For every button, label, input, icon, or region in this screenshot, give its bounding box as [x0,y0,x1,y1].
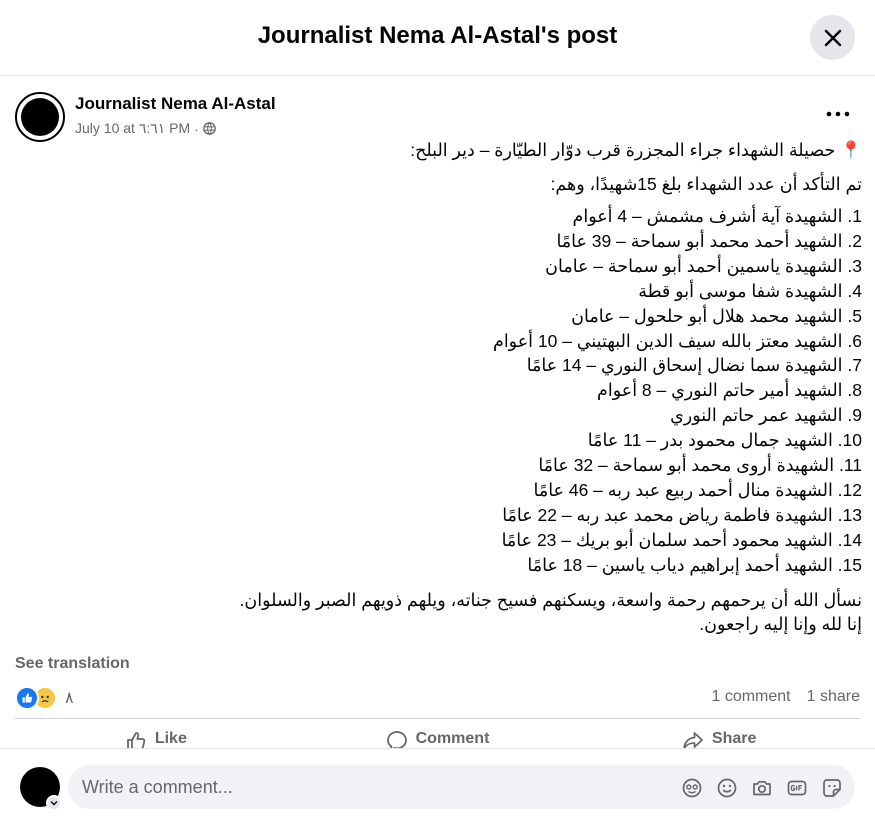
emoji-button[interactable] [713,774,740,801]
author-avatar-image [21,98,59,136]
post-text: 📍 حصيلة الشهداء جراء المجزرة قرب دوّار ا… [15,138,862,636]
post-closing-1: نسأل الله أن يرحمهم رحمة واسعة، ويسكنهم … [239,589,862,610]
gif-icon [787,780,806,795]
globe-icon [203,122,216,135]
avatar-dropdown-badge[interactable] [46,795,62,811]
avatar-sticker-icon [682,778,701,797]
comment-label: Comment [415,730,490,747]
post-meta: July 10 at ٦:٦١ PM · [75,120,216,137]
martyr-list-item: 6. الشهيد معتز بالله سيف الدين البهتيني … [492,330,862,351]
like-icon [126,732,146,748]
post-actions: Like Comment Share [15,726,860,748]
author-name[interactable]: Journalist Nema Al-Astal [75,94,276,114]
more-options-button[interactable] [823,102,853,126]
emoji-icon [717,778,736,797]
more-options-icon [826,111,850,117]
reactions-summary[interactable]: ٨ [15,685,74,711]
martyr-list-item: 4. الشهيدة شفا موسى أبو قطة [638,280,862,301]
sticker-button[interactable] [818,774,845,801]
post-header: Journalist Nema Al-Astal July 10 at ٦:٦١… [15,92,860,142]
camera-button[interactable] [748,774,775,801]
post-headline: 📍 حصيلة الشهداء جراء المجزرة قرب دوّار ا… [410,140,862,160]
actions-divider [15,718,860,719]
close-button[interactable] [810,15,855,60]
post-closing-2: إنا لله وإنا إليه راجعون. [699,613,862,634]
martyr-list-item: 10. الشهيد جمال محمود بدر – 11 عامًا [587,430,862,451]
meta-separator: · [194,120,199,137]
like-reaction-icon [15,686,39,710]
martyr-list-item: 5. الشهيد محمد هلال أبو حلحول – عامان [571,305,862,326]
post-intro: تم التأكد أن عدد الشهداء بلغ 15شهيدًا، و… [550,174,862,194]
close-icon [824,29,841,46]
martyr-list-item: 2. الشهيد أحمد محمد أبو سماحة – 39 عامًا [556,230,862,251]
sticker-icon [822,778,841,797]
comment-icon [386,731,407,748]
see-translation-link[interactable]: See translation [15,655,130,673]
avatar-sticker-button[interactable] [678,774,705,801]
like-label: Like [154,730,187,747]
author-avatar[interactable] [15,92,65,142]
comment-box [68,765,855,809]
modal-title: Journalist Nema Al-Astal's post [257,22,618,49]
composer-tools [678,774,845,801]
martyr-list-item: 9. الشهيد عمر حاتم النوري [670,405,862,426]
modal-header: Journalist Nema Al-Astal's post [0,0,875,76]
chevron-down-icon [50,801,58,806]
martyr-list-item: 11. الشهيدة أروى محمد أبو سماحة – 32 عام… [538,455,862,476]
martyr-list: 1. الشهيدة آية أشرف مشمش – 4 أعوام 2. الش… [15,204,862,578]
martyr-list-item: 13. الشهيدة فاطمة رياض محمد عبد ربه – 22… [502,504,862,525]
martyr-list-item: 7. الشهيدة سما نضال إسحاق النوري – 14 عا… [526,355,862,376]
share-icon [683,732,703,748]
comment-input[interactable] [82,765,642,809]
comment-button[interactable]: Comment [297,726,579,748]
martyr-list-item: 14. الشهيد محمود أحمد سلمان أبو بريك – 2… [501,529,862,550]
engagement-counts: 1 comment 1 share [711,688,860,706]
share-label: Share [711,730,757,747]
martyr-list-item: 1. الشهيدة آية أشرف مشمش – 4 أعوام [572,206,863,226]
camera-icon [752,780,771,795]
gif-button[interactable] [783,774,810,801]
comment-count[interactable]: 1 comment [711,688,790,706]
martyr-list-item: 15. الشهيد أحمد إبراهيم دياب ياسين – 18 … [527,554,862,575]
comment-composer [0,748,875,832]
reaction-count: ٨ [65,690,74,707]
share-count[interactable]: 1 share [807,688,860,706]
martyr-list-item: 8. الشهيد أمير حاتم النوري – 8 أعوام [597,380,862,401]
share-button[interactable]: Share [578,726,860,748]
martyr-list-item: 12. الشهيدة منال أحمد ربيع عبد ربه – 46 … [533,479,863,500]
like-button[interactable]: Like [15,726,297,748]
post-date[interactable]: July 10 at ٦:٦١ PM [75,120,190,137]
martyr-list-item: 3. الشهيدة ياسمين أحمد أبو سماحة – عامان [545,255,862,276]
